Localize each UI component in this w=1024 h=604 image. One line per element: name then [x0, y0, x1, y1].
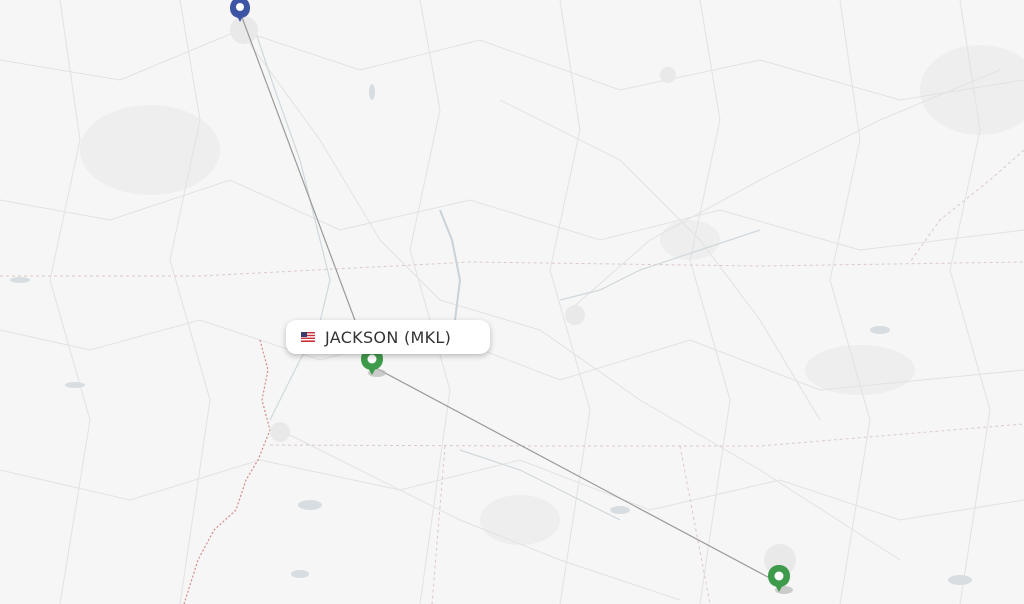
- map-canvas[interactable]: [0, 0, 1024, 604]
- us-flag-icon: [301, 332, 315, 342]
- airport-label-card[interactable]: JACKSON (MKL): [286, 320, 490, 354]
- airport-label: JACKSON (MKL): [325, 327, 452, 347]
